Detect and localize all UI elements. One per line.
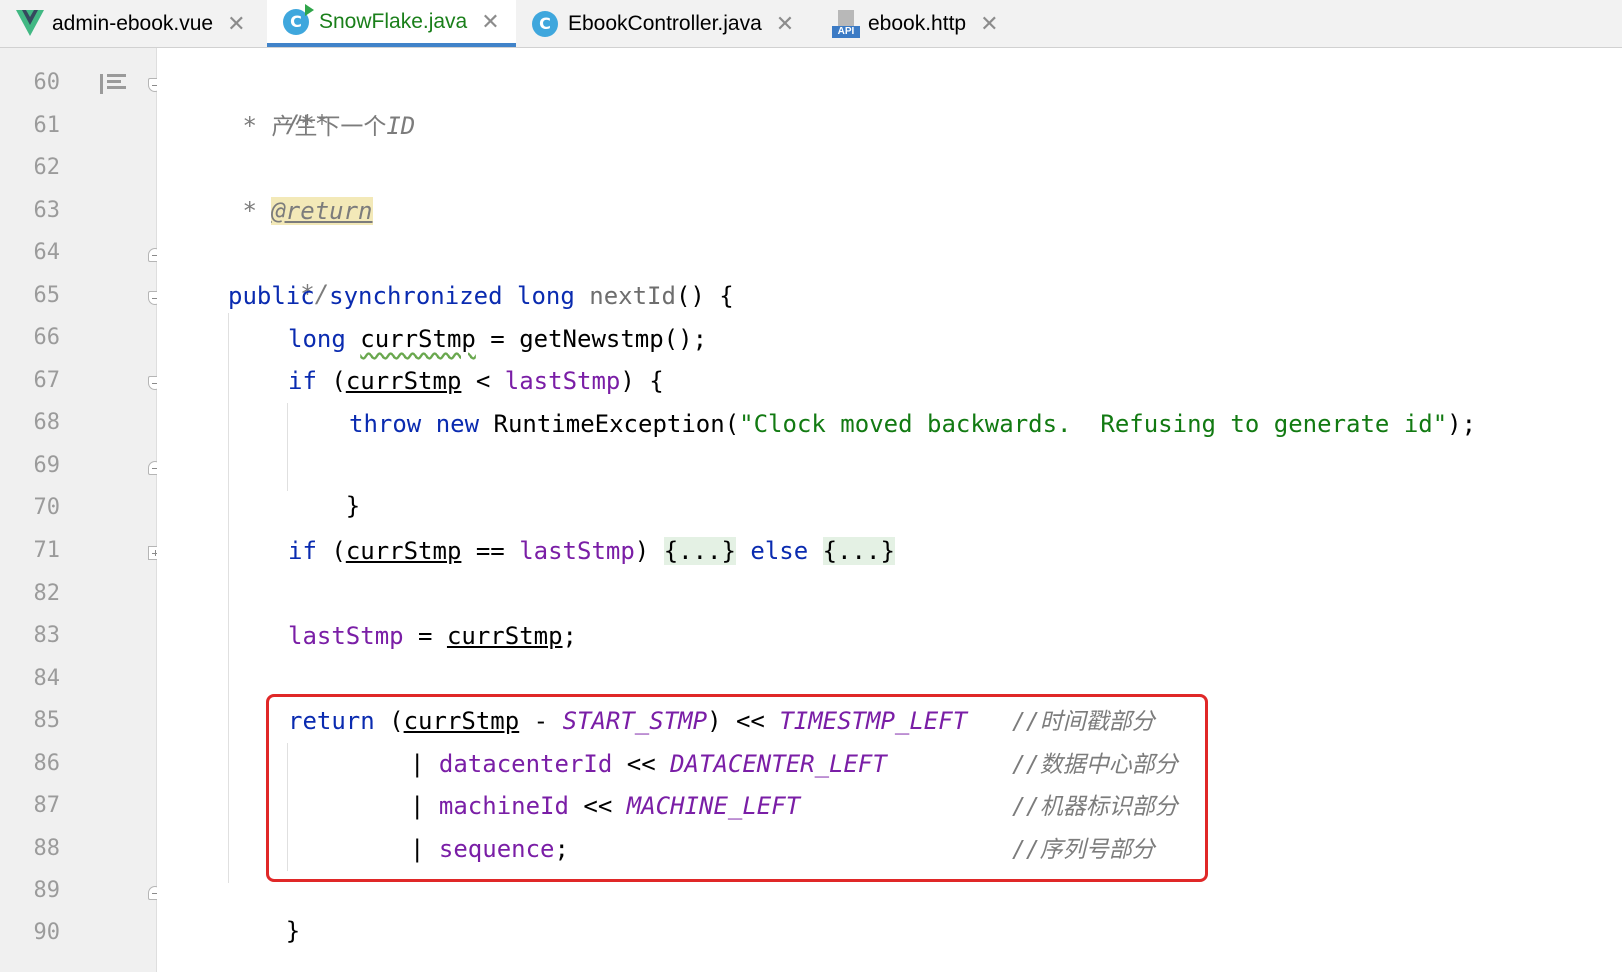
- tab-admin-ebook-vue[interactable]: admin-ebook.vue ✕: [0, 0, 266, 47]
- code-line-62: *: [228, 149, 314, 223]
- field[interactable]: lastStmp: [519, 537, 635, 565]
- line-number: 70: [33, 495, 61, 520]
- close-icon[interactable]: ✕: [481, 9, 499, 35]
- comment: *: [228, 197, 272, 225]
- keyword: long: [517, 282, 575, 310]
- code-text: ==: [461, 537, 520, 565]
- run-marker-icon: [305, 3, 314, 16]
- line-number: 86: [33, 751, 61, 776]
- tab-ebookcontroller-java[interactable]: C EbookController.java ✕: [516, 0, 816, 47]
- code-text: }: [345, 492, 361, 520]
- string-literal: "Clock moved backwards. Refusing to gene…: [739, 410, 1448, 438]
- code-line-64: */: [228, 234, 329, 308]
- code-text: (: [316, 367, 346, 395]
- code-text: <: [461, 367, 505, 395]
- line-number: 88: [33, 836, 61, 861]
- field[interactable]: lastStmp: [505, 367, 621, 395]
- close-icon[interactable]: ✕: [980, 11, 998, 37]
- code-line-68: throw new RuntimeException("Clock moved …: [349, 404, 1476, 444]
- tab-label: admin-ebook.vue: [52, 11, 214, 35]
- variable[interactable]: currStmp: [346, 537, 462, 565]
- code-line-65: public synchronized long nextId() {: [228, 276, 734, 316]
- line-number: 69: [33, 453, 61, 478]
- method-name[interactable]: nextId: [589, 282, 676, 310]
- vue-icon: [16, 9, 44, 38]
- keyword: synchronized: [329, 282, 503, 310]
- field[interactable]: lastStmp: [288, 622, 404, 650]
- highlight-annotation-box: [266, 694, 1208, 882]
- comment: 产生下一个: [271, 114, 387, 140]
- line-number: 84: [33, 666, 61, 691]
- keyword: long: [288, 325, 346, 353]
- folded-block[interactable]: {...}: [663, 537, 736, 565]
- line-number: 89: [33, 878, 61, 903]
- variable[interactable]: currStmp: [447, 622, 563, 650]
- line-number: 66: [33, 325, 61, 350]
- close-icon[interactable]: ✕: [227, 11, 245, 37]
- line-number: 65: [33, 283, 61, 308]
- line-number: 82: [33, 581, 61, 606]
- code-line-83: lastStmp = currStmp;: [288, 616, 577, 656]
- code-line-61: * 产生下一个ID: [228, 106, 415, 146]
- tab-label: ebook.http: [868, 11, 967, 35]
- tab-ebook-http[interactable]: API ebook.http ✕: [816, 0, 1026, 47]
- code-text: }: [285, 917, 301, 945]
- keyword: if: [288, 537, 317, 565]
- tab-snowflake-java[interactable]: C SnowFlake.java ✕: [267, 0, 516, 47]
- line-number: 68: [33, 410, 61, 435]
- javadoc-tag[interactable]: @return: [271, 197, 373, 225]
- line-number: 60: [33, 70, 61, 95]
- code-line-66: long currStmp = getNewstmp();: [288, 319, 707, 359]
- code-text: ) {: [620, 367, 664, 395]
- code-line-63: * @return: [228, 191, 373, 231]
- indent-guide: [228, 313, 229, 883]
- render-doc-icon[interactable]: [100, 72, 126, 94]
- line-number: 87: [33, 793, 61, 818]
- java-class-icon: C: [283, 3, 314, 36]
- keyword: else: [750, 537, 809, 565]
- line-number: 83: [33, 623, 61, 648]
- code-text: = getNewstmp();: [475, 325, 708, 353]
- keyword: new: [435, 410, 480, 438]
- close-icon[interactable]: ✕: [776, 11, 794, 37]
- keyword: throw: [349, 410, 422, 438]
- line-number: 61: [33, 113, 61, 138]
- comment: ID: [386, 112, 416, 140]
- code-text: );: [1447, 410, 1477, 438]
- tab-label: SnowFlake.java: [319, 9, 468, 33]
- line-number: 62: [33, 155, 61, 180]
- code-text: ;: [562, 622, 577, 650]
- variable[interactable]: currStmp: [360, 325, 476, 353]
- code-line-69: }: [288, 446, 360, 520]
- code-text: () {: [675, 282, 734, 310]
- code-text: (: [316, 537, 346, 565]
- code-line-71: if (currStmp == lastStmp) {...} else {..…: [288, 531, 895, 571]
- variable[interactable]: currStmp: [346, 367, 462, 395]
- java-class-icon: C: [532, 10, 560, 38]
- line-number: 63: [33, 198, 61, 223]
- code-text: =: [403, 622, 447, 650]
- code-line-60: /**: [228, 64, 329, 138]
- folded-block[interactable]: {...}: [822, 537, 895, 565]
- line-number: 64: [33, 240, 61, 265]
- code-line-67: if (currStmp < lastStmp) {: [288, 361, 664, 401]
- api-icon: API: [832, 9, 860, 38]
- keyword: public: [228, 282, 315, 310]
- line-number: 67: [33, 368, 61, 393]
- code-text: ): [634, 537, 664, 565]
- tab-label: EbookController.java: [568, 11, 762, 35]
- code-text: RuntimeException(: [479, 410, 740, 438]
- keyword: if: [288, 367, 317, 395]
- line-number: 90: [33, 920, 61, 945]
- comment: *: [228, 112, 272, 140]
- line-number: 71: [33, 538, 61, 563]
- line-number: 85: [33, 708, 61, 733]
- editor-tab-bar: admin-ebook.vue ✕ C SnowFlake.java ✕ C E…: [0, 0, 1622, 48]
